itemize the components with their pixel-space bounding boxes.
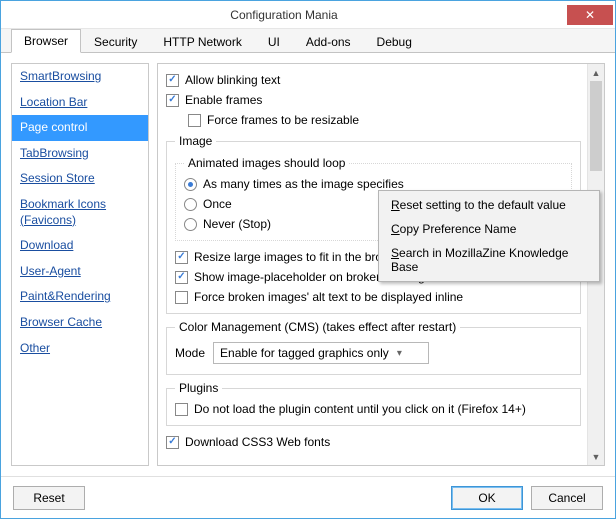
scroll-down-icon[interactable]: ▼: [588, 448, 604, 465]
scroll-up-icon[interactable]: ▲: [588, 64, 604, 81]
checkbox-resize-large[interactable]: ✓: [175, 251, 188, 264]
select-cms-mode-value: Enable for tagged graphics only: [220, 346, 389, 360]
label-force-resizable: Force frames to be resizable: [207, 113, 359, 127]
tab-security[interactable]: Security: [81, 30, 150, 53]
row-allow-blinking: ✓ Allow blinking text: [166, 70, 581, 90]
checkbox-css3-fonts[interactable]: ✓: [166, 436, 179, 449]
row-force-alt-inline: ✓ Force broken images' alt text to be di…: [175, 287, 572, 307]
context-copy-pref-name[interactable]: Copy Preference Name: [381, 217, 597, 241]
row-cms-mode: Mode Enable for tagged graphics only ▾: [175, 338, 572, 368]
window-title: Configuration Mania: [1, 8, 567, 22]
close-icon: ✕: [585, 8, 595, 22]
label-radio-never: Never (Stop): [203, 217, 271, 231]
checkbox-show-placeholder[interactable]: ✓: [175, 271, 188, 284]
ok-button[interactable]: OK: [451, 486, 523, 510]
row-plugin-click: ✓ Do not load the plugin content until y…: [175, 399, 572, 419]
sidebar-item-page-control[interactable]: Page control: [12, 115, 148, 141]
checkbox-plugin-click[interactable]: ✓: [175, 403, 188, 416]
checkbox-allow-blinking[interactable]: ✓: [166, 74, 179, 87]
sidebar-item-paint-rendering[interactable]: Paint&Rendering: [12, 284, 148, 310]
reset-button[interactable]: Reset: [13, 486, 85, 510]
row-css3-fonts: ✓ Download CSS3 Web fonts: [166, 432, 581, 452]
scroll-thumb[interactable]: [590, 81, 602, 171]
label-cms-mode: Mode: [175, 346, 205, 360]
group-plugins: Plugins ✓ Do not load the plugin content…: [166, 381, 581, 426]
close-button[interactable]: ✕: [567, 5, 613, 25]
legend-image: Image: [175, 134, 216, 148]
radio-once[interactable]: [184, 198, 197, 211]
group-cms: Color Management (CMS) (takes effect aft…: [166, 320, 581, 375]
checkbox-force-resizable[interactable]: ✓: [188, 114, 201, 127]
cancel-button[interactable]: Cancel: [531, 486, 603, 510]
tab-http-network[interactable]: HTTP Network: [150, 30, 254, 53]
tab-browser[interactable]: Browser: [11, 29, 81, 53]
sidebar-item-download[interactable]: Download: [12, 233, 148, 259]
window: Configuration Mania ✕ Browser Security H…: [0, 0, 616, 519]
select-cms-mode[interactable]: Enable for tagged graphics only ▾: [213, 342, 429, 364]
legend-plugins: Plugins: [175, 381, 222, 395]
radio-never[interactable]: [184, 218, 197, 231]
sidebar-item-browser-cache[interactable]: Browser Cache: [12, 310, 148, 336]
sidebar-item-bookmark-icons[interactable]: Bookmark Icons (Favicons): [12, 192, 148, 233]
sidebar-item-smartbrowsing[interactable]: SmartBrowsing: [12, 64, 148, 90]
legend-animated-loop: Animated images should loop: [184, 156, 349, 170]
label-allow-blinking: Allow blinking text: [185, 73, 280, 87]
sidebar-item-other[interactable]: Other: [12, 336, 148, 362]
tab-addons[interactable]: Add-ons: [293, 30, 364, 53]
label-force-alt-inline: Force broken images' alt text to be disp…: [194, 290, 463, 304]
checkbox-enable-frames[interactable]: ✓: [166, 94, 179, 107]
context-menu: Reset setting to the default value Copy …: [378, 190, 600, 282]
label-plugin-click: Do not load the plugin content until you…: [194, 402, 526, 416]
label-enable-frames: Enable frames: [185, 93, 262, 107]
context-reset-default[interactable]: Reset setting to the default value: [381, 193, 597, 217]
tab-ui[interactable]: UI: [255, 30, 293, 53]
label-radio-as-specified: As many times as the image specifies: [203, 177, 404, 191]
row-force-resizable: ✓ Force frames to be resizable: [166, 110, 581, 130]
row-enable-frames: ✓ Enable frames: [166, 90, 581, 110]
sidebar-item-user-agent[interactable]: User-Agent: [12, 259, 148, 285]
label-css3-fonts: Download CSS3 Web fonts: [185, 435, 330, 449]
checkbox-force-alt-inline[interactable]: ✓: [175, 291, 188, 304]
titlebar: Configuration Mania ✕: [1, 1, 615, 29]
sidebar-item-tabbrowsing[interactable]: TabBrowsing: [12, 141, 148, 167]
label-radio-once: Once: [203, 197, 232, 211]
sidebar-item-session-store[interactable]: Session Store: [12, 166, 148, 192]
radio-as-specified[interactable]: [184, 178, 197, 191]
tabstrip: Browser Security HTTP Network UI Add-ons…: [1, 29, 615, 53]
sidebar-item-location-bar[interactable]: Location Bar: [12, 90, 148, 116]
chevron-down-icon: ▾: [397, 348, 402, 359]
footer: Reset OK Cancel: [1, 476, 615, 518]
context-search-mozillazine[interactable]: Search in MozillaZine Knowledge Base: [381, 241, 597, 279]
sidebar: SmartBrowsing Location Bar Page control …: [11, 63, 149, 466]
legend-cms: Color Management (CMS) (takes effect aft…: [175, 320, 460, 334]
tab-debug[interactable]: Debug: [364, 30, 425, 53]
